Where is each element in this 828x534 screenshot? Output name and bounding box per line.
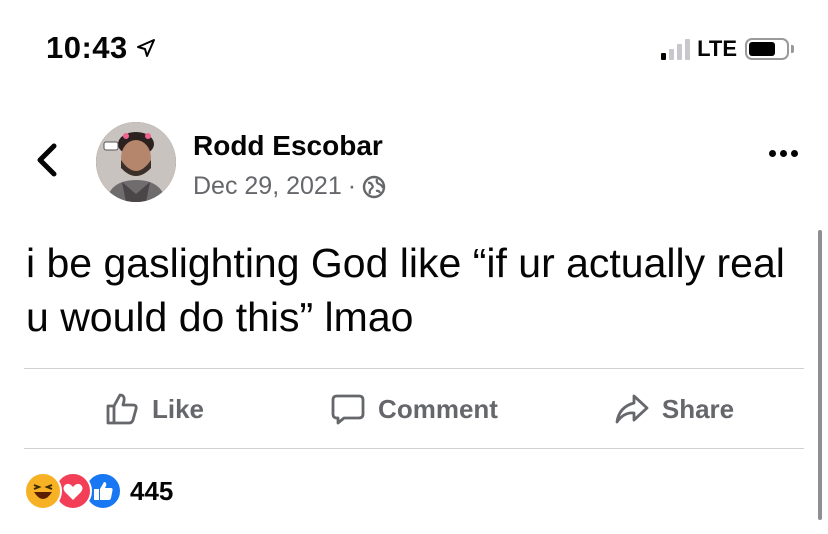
meta-separator: · — [347, 172, 357, 200]
reaction-count: 445 — [130, 475, 174, 506]
status-bar-time: 10:43 — [46, 30, 156, 66]
more-options-icon — [769, 150, 776, 157]
divider-bottom — [24, 448, 804, 449]
network-type-label: LTE — [697, 36, 737, 61]
comment-label: Comment — [378, 393, 498, 424]
share-label: Share — [661, 393, 735, 424]
battery-cap — [791, 45, 794, 53]
chevron-left-icon — [37, 143, 57, 177]
post-author-name[interactable]: Rodd Escobar — [193, 130, 383, 162]
like-label: Like — [151, 393, 205, 424]
post-date[interactable]: Dec 29, 2021 — [193, 172, 342, 201]
scrollbar[interactable] — [818, 230, 822, 520]
comment-button[interactable]: Comment — [284, 370, 544, 448]
status-bar-indicators: LTE — [661, 36, 794, 62]
profile-photo — [96, 122, 176, 202]
avatar[interactable] — [96, 122, 176, 202]
like-button[interactable]: Like — [24, 370, 284, 448]
post-text: i be gaslighting God like “if ur actuall… — [26, 240, 785, 340]
thumbs-up-icon — [106, 393, 138, 425]
divider-top — [24, 368, 804, 369]
post-meta: Dec 29, 2021 · — [193, 172, 386, 201]
haha-reaction-icon — [24, 472, 62, 510]
more-options-button[interactable] — [769, 150, 798, 157]
share-button[interactable]: Share — [544, 370, 804, 448]
battery-level-fill — [749, 42, 775, 56]
reactions-summary[interactable]: 445 — [24, 472, 173, 510]
share-arrow-icon — [615, 394, 649, 424]
globe-icon — [362, 175, 386, 198]
battery-icon — [745, 38, 789, 60]
comment-bubble-icon — [331, 394, 365, 425]
time-label: 10:43 — [46, 30, 128, 65]
post-action-bar: Like Comment Share — [24, 370, 804, 448]
back-button[interactable] — [30, 140, 64, 180]
cellular-signal-icon — [661, 38, 691, 60]
location-arrow-icon — [136, 39, 155, 57]
